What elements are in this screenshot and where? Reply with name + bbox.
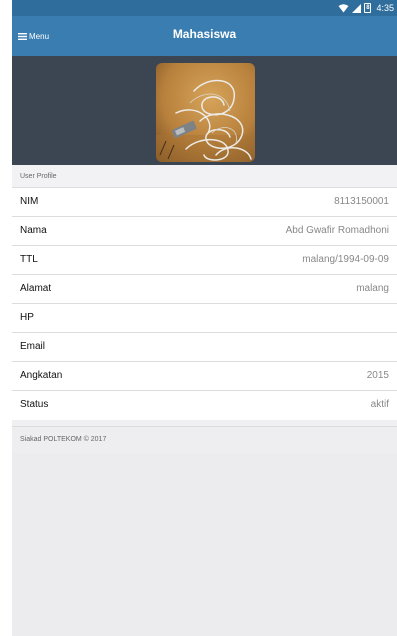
section-title: User Profile [20,173,57,180]
row-value-nama: Abd Gwafir Romadhoni [285,225,389,236]
row-label-nim: NIM [20,196,39,207]
battery-level-text: 8 [366,5,370,11]
row-value-ttl: malang/1994-09-09 [302,254,389,265]
wifi-icon [338,3,349,12]
row-ttl: TTL malang/1994-09-09 [12,246,397,275]
row-label-nama: Nama [20,225,47,236]
user-profile-header: User Profile [12,165,397,188]
row-email: Email [12,333,397,362]
row-nama: Nama Abd Gwafir Romadhoni [12,217,397,246]
status-icons: 8 4:35 [338,2,394,14]
row-label-email: Email [20,341,46,352]
empty-content-area [12,453,397,636]
clock-time: 4:35 [376,3,394,13]
row-label-status: Status [20,399,49,410]
row-value-nim: 8113150001 [334,196,389,207]
row-label-angkatan: Angkatan [20,370,63,381]
row-label-alamat: Alamat [20,283,52,294]
row-angkatan: Angkatan 2015 [12,362,397,391]
footer-text: Siakad POLTEKOM © 2017 [20,436,107,443]
profile-photo [156,63,255,162]
profile-photo-banner [12,56,397,165]
row-nim: NIM 8113150001 [12,188,397,217]
app-bar: Menu Mahasiswa [12,16,397,56]
page-title: Mahasiswa [172,27,237,41]
row-status: Status aktif [12,391,397,420]
app-screen: 8 4:35 Menu Mahasiswa User Profile NIM 8… [12,0,397,636]
row-label-ttl: TTL [20,254,38,265]
row-value-alamat: malang [356,283,389,294]
row-hp: HP [12,304,397,333]
status-bar: 8 4:35 [12,0,397,16]
profile-list: NIM 8113150001 Nama Abd Gwafir Romadhoni… [12,188,397,420]
signal-icon [352,3,362,13]
row-value-status: aktif [370,399,389,410]
row-value-angkatan: 2015 [366,370,389,381]
row-label-hp: HP [20,312,34,323]
footer: Siakad POLTEKOM © 2017 [12,426,397,453]
battery-icon: 8 [364,3,372,13]
row-alamat: Alamat malang [12,275,397,304]
